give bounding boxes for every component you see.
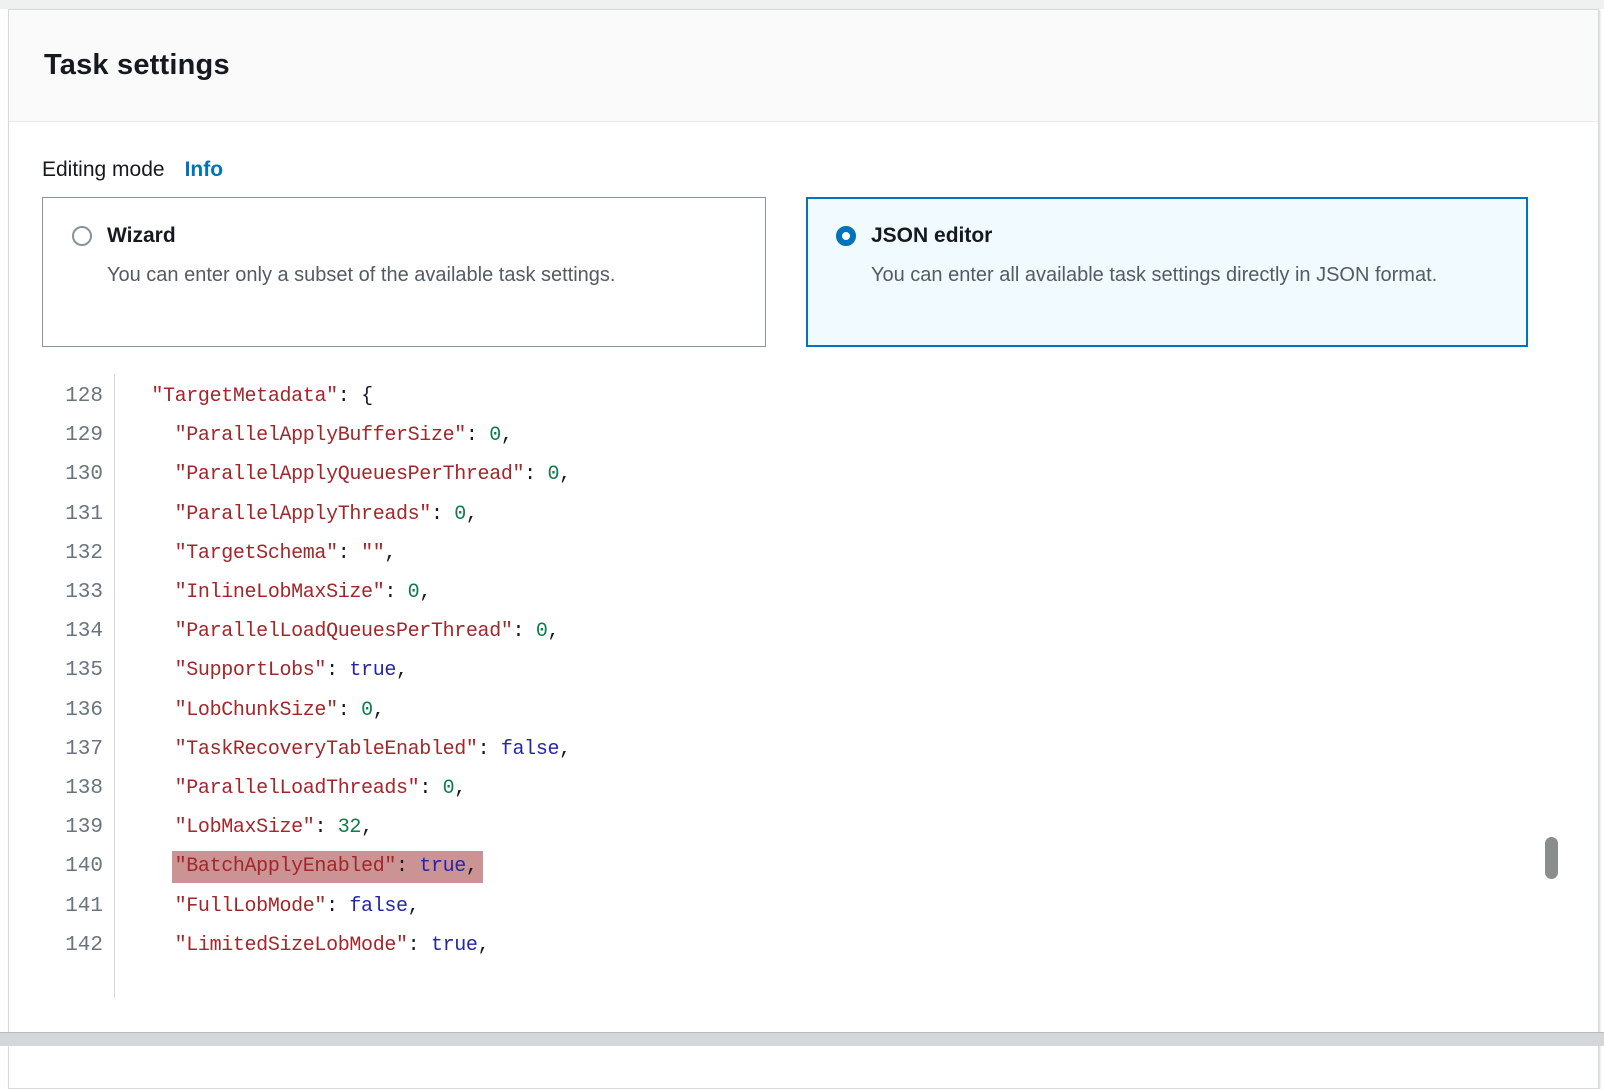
line-number: 135 xyxy=(42,659,103,682)
line-number: 130 xyxy=(42,463,103,486)
line-number: 131 xyxy=(42,503,103,526)
line-number: 133 xyxy=(42,581,103,604)
editor-scrollbar-thumb[interactable] xyxy=(1545,837,1558,879)
line-number: 142 xyxy=(42,934,103,957)
editor-code-area[interactable]: 128 "TargetMetadata": {129 "ParallelAppl… xyxy=(42,377,1565,965)
code-line-content: "LobMaxSize": 32, xyxy=(103,816,373,839)
info-link[interactable]: Info xyxy=(185,158,223,182)
json-editor-description: You can enter all available task setting… xyxy=(871,257,1481,294)
line-number: 136 xyxy=(42,699,103,722)
code-line-content: "LobChunkSize": 0, xyxy=(103,699,384,722)
wizard-description: You can enter only a subset of the avail… xyxy=(107,257,717,294)
code-line-content: "InlineLobMaxSize": 0, xyxy=(103,581,431,604)
wizard-option-head: Wizard xyxy=(72,224,736,248)
editor-line[interactable]: 141 "FullLobMode": false, xyxy=(42,886,1565,925)
code-line-content: "ParallelLoadQueuesPerThread": 0, xyxy=(103,620,559,643)
code-line-content: "TaskRecoveryTableEnabled": false, xyxy=(103,738,571,761)
editor-line[interactable]: 135 "SupportLobs": true, xyxy=(42,651,1565,690)
editor-line[interactable]: 128 "TargetMetadata": { xyxy=(42,377,1565,416)
line-number: 129 xyxy=(42,424,103,447)
line-number: 132 xyxy=(42,542,103,565)
editor-line[interactable]: 131 "ParallelApplyThreads": 0, xyxy=(42,495,1565,534)
editing-mode-options: Wizard You can enter only a subset of th… xyxy=(42,197,1565,347)
panel-header: Task settings xyxy=(9,10,1598,122)
wizard-option-card[interactable]: Wizard You can enter only a subset of th… xyxy=(42,197,766,347)
page-bottom-strip xyxy=(0,1032,1604,1046)
code-line-content: "FullLobMode": false, xyxy=(103,895,419,918)
editing-mode-field: Editing mode Info xyxy=(42,158,1565,182)
code-line-content: "BatchApplyEnabled": true, xyxy=(103,855,478,878)
line-number: 134 xyxy=(42,620,103,643)
json-editor-radio[interactable] xyxy=(836,226,856,246)
wizard-label: Wizard xyxy=(107,224,176,248)
code-line-content: "ParallelApplyBufferSize": 0, xyxy=(103,424,513,447)
editing-mode-label: Editing mode xyxy=(42,158,165,182)
editor-line[interactable]: 139 "LobMaxSize": 32, xyxy=(42,808,1565,847)
editor-line[interactable]: 133 "InlineLobMaxSize": 0, xyxy=(42,573,1565,612)
editor-line[interactable]: 137 "TaskRecoveryTableEnabled": false, xyxy=(42,730,1565,769)
json-editor-label: JSON editor xyxy=(871,224,992,248)
code-line-content: "ParallelApplyThreads": 0, xyxy=(103,503,478,526)
code-line-content: "TargetMetadata": { xyxy=(103,385,373,408)
line-number: 139 xyxy=(42,816,103,839)
editor-line[interactable]: 129 "ParallelApplyBufferSize": 0, xyxy=(42,416,1565,455)
editor-line[interactable]: 140 "BatchApplyEnabled": true, xyxy=(42,847,1565,886)
json-editor-option-card[interactable]: JSON editor You can enter all available … xyxy=(806,197,1528,347)
code-line-content: "LimitedSizeLobMode": true, xyxy=(103,934,489,957)
editor-line[interactable]: 136 "LobChunkSize": 0, xyxy=(42,691,1565,730)
page-title: Task settings xyxy=(44,49,230,82)
line-number: 138 xyxy=(42,777,103,800)
panel-content: Editing mode Info Wizard You can enter o… xyxy=(9,122,1598,965)
wizard-radio[interactable] xyxy=(72,226,92,246)
line-number: 140 xyxy=(42,855,103,878)
editor-line[interactable]: 142 "LimitedSizeLobMode": true, xyxy=(42,926,1565,965)
code-line-content: "ParallelApplyQueuesPerThread": 0, xyxy=(103,463,571,486)
line-number: 137 xyxy=(42,738,103,761)
code-line-content: "TargetSchema": "", xyxy=(103,542,396,565)
editor-line[interactable]: 138 "ParallelLoadThreads": 0, xyxy=(42,769,1565,808)
json-code-editor[interactable]: 128 "TargetMetadata": {129 "ParallelAppl… xyxy=(42,377,1565,965)
editor-line[interactable]: 130 "ParallelApplyQueuesPerThread": 0, xyxy=(42,455,1565,494)
json-editor-option-head: JSON editor xyxy=(836,224,1498,248)
code-line-content: "ParallelLoadThreads": 0, xyxy=(103,777,466,800)
line-number: 141 xyxy=(42,895,103,918)
editor-line[interactable]: 132 "TargetSchema": "", xyxy=(42,534,1565,573)
page-top-strip xyxy=(0,0,1604,9)
search-match-highlight: "BatchApplyEnabled": true, xyxy=(172,851,483,883)
editor-line[interactable]: 134 "ParallelLoadQueuesPerThread": 0, xyxy=(42,612,1565,651)
task-settings-panel: Task settings Editing mode Info Wizard Y… xyxy=(8,9,1599,1089)
line-number: 128 xyxy=(42,385,103,408)
code-line-content: "SupportLobs": true, xyxy=(103,659,408,682)
